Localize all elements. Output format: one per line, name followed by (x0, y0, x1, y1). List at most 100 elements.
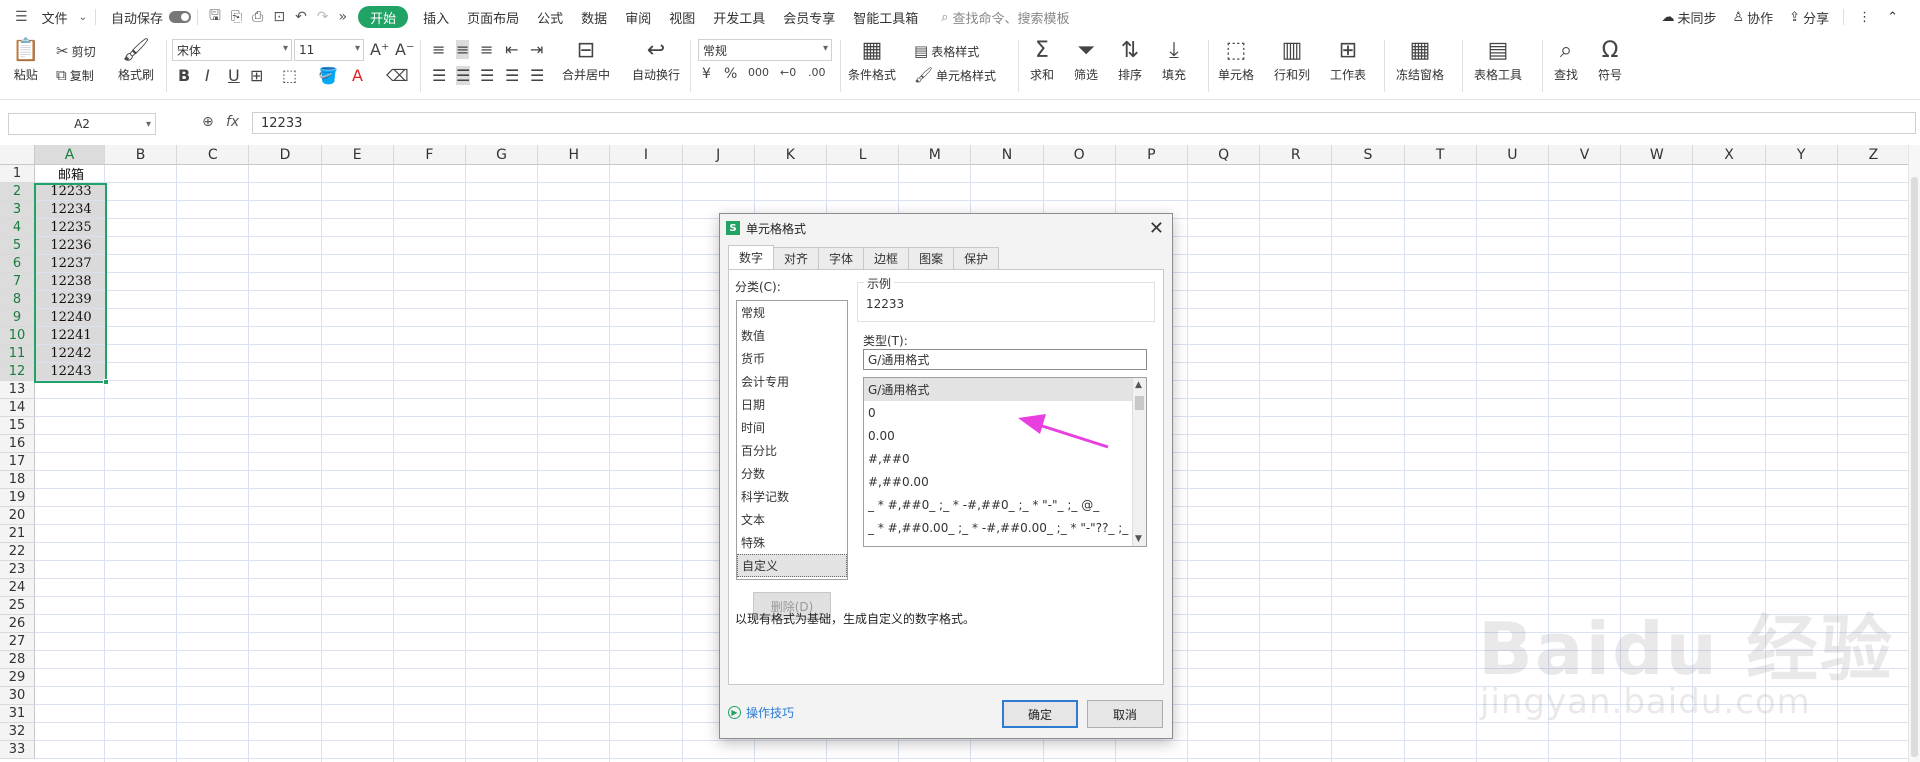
row-header-3[interactable]: 3 (0, 201, 35, 219)
format-painter-button[interactable]: 🖌 格式刷 (118, 38, 154, 83)
tab-font[interactable]: 字体 (818, 247, 865, 269)
column-header-u[interactable]: U (1476, 145, 1549, 165)
type-input[interactable]: G/通用格式 (863, 349, 1147, 370)
type-item[interactable]: 0.00 (864, 424, 1132, 447)
column-header-h[interactable]: H (538, 145, 611, 165)
sort-button[interactable]: ⇅ 排序 (1118, 38, 1142, 83)
table-style-button[interactable]: ▤ 表格样式 (914, 42, 979, 60)
category-item[interactable]: 会计专用 (737, 370, 847, 393)
tab-data[interactable]: 数据 (572, 0, 616, 34)
more-options-icon[interactable]: ⋮ (1850, 0, 1879, 34)
cell-a7[interactable]: 12238 (36, 273, 106, 290)
indent-decrease-icon[interactable]: ⇤ (505, 40, 518, 59)
copy-button[interactable]: ⧉ 复制 (56, 66, 94, 84)
merge-center-button[interactable]: ⊟ 合并居中 (562, 38, 610, 83)
tab-number[interactable]: 数字 (728, 245, 775, 269)
category-item[interactable]: 日期 (737, 393, 847, 416)
close-icon[interactable]: ✕ (1149, 218, 1164, 239)
column-header-s[interactable]: S (1332, 145, 1405, 165)
tab-pattern[interactable]: 图案 (908, 247, 955, 269)
increase-font-icon[interactable]: A⁺ (370, 40, 389, 59)
type-list-scrollbar[interactable]: ▲ ▼ (1132, 378, 1146, 546)
more-icon[interactable]: » (334, 0, 353, 34)
column-header-t[interactable]: T (1404, 145, 1477, 165)
italic-icon[interactable]: I (205, 66, 210, 85)
menu-file[interactable]: 文件 (33, 0, 77, 34)
row-header-22[interactable]: 22 (0, 543, 35, 561)
save-icon[interactable]: 🖫 (204, 0, 226, 34)
scroll-thumb[interactable] (1911, 177, 1918, 757)
column-header-e[interactable]: E (321, 145, 394, 165)
row-header-23[interactable]: 23 (0, 561, 35, 579)
distribute-icon[interactable]: ☰ (530, 66, 544, 85)
category-item[interactable]: 分数 (737, 462, 847, 485)
print-icon[interactable]: ⎙ (247, 0, 268, 34)
dialog-titlebar[interactable]: S 单元格格式 ✕ (720, 214, 1172, 242)
row-header-10[interactable]: 10 (0, 327, 35, 345)
conditional-format-button[interactable]: ▦ 条件格式 (848, 38, 896, 83)
column-header-c[interactable]: C (177, 145, 250, 165)
tab-protection[interactable]: 保护 (953, 247, 1000, 269)
fill-button[interactable]: ⤓ 填充 (1162, 38, 1186, 83)
sum-button[interactable]: Σ 求和 (1030, 38, 1054, 83)
font-size-select[interactable]: 11 ▾ (294, 39, 364, 61)
type-item[interactable]: 0 (864, 401, 1132, 424)
row-header-29[interactable]: 29 (0, 669, 35, 687)
worksheet-button[interactable]: ⊞ 工作表 (1330, 38, 1366, 83)
clear-icon[interactable]: ⌫ (386, 66, 409, 85)
row-header-28[interactable]: 28 (0, 651, 35, 669)
select-all-corner[interactable] (0, 145, 35, 165)
row-header-8[interactable]: 8 (0, 291, 35, 309)
row-header-21[interactable]: 21 (0, 525, 35, 543)
collaborate-button[interactable]: ♙ 协作 (1725, 0, 1782, 34)
row-header-20[interactable]: 20 (0, 507, 35, 525)
header-cell-a1[interactable]: 邮箱 (36, 165, 106, 183)
undo-icon[interactable]: ↶ (290, 0, 312, 34)
find-button[interactable]: ⌕ 查找 (1554, 38, 1578, 83)
cell-style-button[interactable]: 🖌 单元格样式 (914, 66, 996, 84)
type-item[interactable]: #,##0 (864, 447, 1132, 470)
name-box[interactable]: A2 ▾ (8, 113, 156, 135)
tab-smart-tools[interactable]: 智能工具箱 (844, 0, 927, 34)
decrease-font-icon[interactable]: A⁻ (395, 40, 414, 59)
column-header-f[interactable]: F (393, 145, 466, 165)
category-item[interactable]: 科学记数 (737, 485, 847, 508)
category-list[interactable]: 常规 数值 货币 会计专用 日期 时间 百分比 分数 科学记数 文本 特殊 自定义 (736, 300, 848, 580)
row-header-25[interactable]: 25 (0, 597, 35, 615)
row-header-7[interactable]: 7 (0, 273, 35, 291)
column-header-p[interactable]: P (1115, 145, 1188, 165)
category-item[interactable]: 货币 (737, 347, 847, 370)
filter-button[interactable]: ⏷ 筛选 (1074, 38, 1098, 83)
row-header-9[interactable]: 9 (0, 309, 35, 327)
tab-insert[interactable]: 插入 (414, 0, 458, 34)
cell-shading-icon[interactable]: ⬚ (282, 66, 297, 85)
decrease-decimal-icon[interactable]: .00 (808, 66, 826, 79)
tab-page-layout[interactable]: 页面布局 (458, 0, 528, 34)
print-preview-icon[interactable]: ⊡ (268, 0, 290, 34)
cell-a3[interactable]: 12234 (36, 201, 106, 218)
zoom-icon[interactable]: ⊕ (202, 114, 214, 130)
type-item[interactable]: #,##0.00 (864, 470, 1132, 493)
autosave-toggle[interactable] (168, 11, 191, 23)
indent-increase-icon[interactable]: ⇥ (530, 40, 543, 59)
row-header-11[interactable]: 11 (0, 345, 35, 363)
collapse-ribbon-icon[interactable]: ⌃ (1879, 0, 1906, 34)
row-header-32[interactable]: 32 (0, 723, 35, 741)
ok-button[interactable]: 确定 (1002, 700, 1078, 728)
tab-border[interactable]: 边框 (863, 247, 910, 269)
menu-icon[interactable]: ☰ (10, 0, 33, 34)
cut-button[interactable]: ✂ 剪切 (56, 42, 96, 60)
category-item[interactable]: 时间 (737, 416, 847, 439)
formula-input[interactable]: 12233 (252, 112, 1916, 134)
tab-view[interactable]: 视图 (660, 0, 704, 34)
share-button[interactable]: ⇪ 分享 (1781, 0, 1837, 34)
column-header-d[interactable]: D (249, 145, 322, 165)
row-header-15[interactable]: 15 (0, 417, 35, 435)
column-header-x[interactable]: X (1693, 145, 1766, 165)
column-header-y[interactable]: Y (1765, 145, 1838, 165)
cell-a6[interactable]: 12237 (36, 255, 106, 272)
type-list[interactable]: G/通用格式 0 0.00 #,##0 #,##0.00 _ * #,##0_ ;_ * … (863, 377, 1147, 547)
column-header-q[interactable]: Q (1188, 145, 1261, 165)
freeze-panes-button[interactable]: ▦ 冻结窗格 (1396, 38, 1444, 83)
row-header-26[interactable]: 26 (0, 615, 35, 633)
